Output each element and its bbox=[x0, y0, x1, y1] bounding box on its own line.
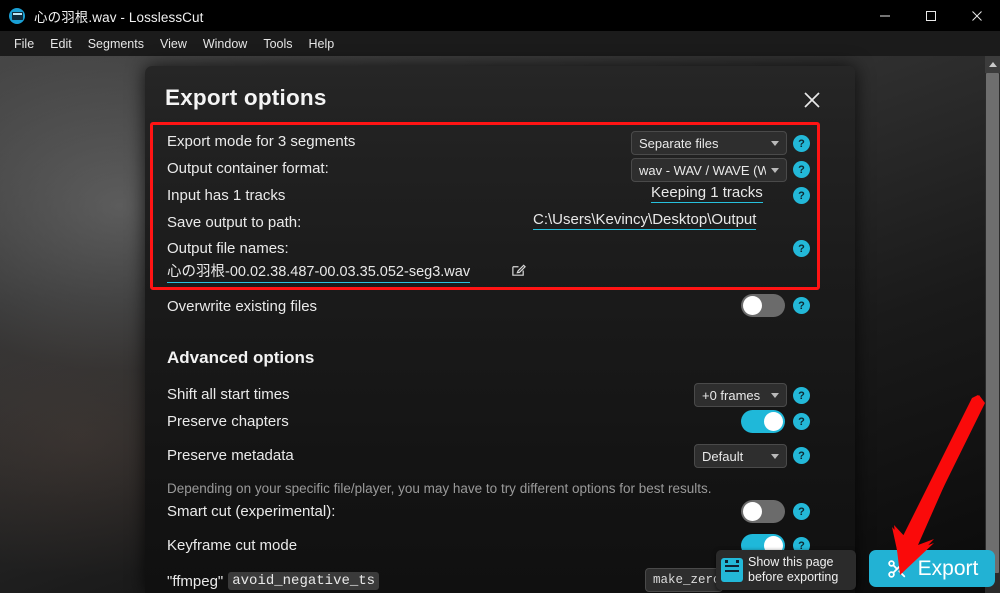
chevron-down-icon bbox=[771, 453, 779, 459]
row-export-mode: Export mode for 3 segments bbox=[167, 128, 355, 154]
keyframe-cut-label: Keyframe cut mode bbox=[167, 536, 298, 554]
export-button-label: Export bbox=[917, 556, 979, 580]
row-container-format: Output container format: bbox=[167, 155, 329, 181]
row-preserve-chapters: Preserve chapters bbox=[167, 408, 289, 434]
scrollbar-thumb[interactable] bbox=[986, 73, 999, 573]
help-icon-file-names[interactable]: ? bbox=[793, 240, 810, 257]
minimize-button[interactable] bbox=[862, 0, 908, 31]
chevron-down-icon bbox=[771, 392, 779, 398]
window-title: 心の羽根.wav - LosslessCut bbox=[34, 9, 204, 25]
dialog-close-icon[interactable] bbox=[799, 87, 825, 113]
menu-item-file[interactable]: File bbox=[6, 34, 42, 54]
tracks-label: Input has 1 tracks bbox=[167, 186, 286, 204]
vertical-scrollbar[interactable] bbox=[985, 56, 1000, 593]
menu-item-tools[interactable]: Tools bbox=[255, 34, 300, 54]
menu-item-segments[interactable]: Segments bbox=[80, 34, 152, 54]
close-button[interactable] bbox=[954, 0, 1000, 31]
title-bar: 心の羽根.wav - LosslessCut bbox=[0, 0, 1000, 31]
row-tracks: Input has 1 tracks bbox=[167, 182, 285, 208]
menu-item-edit[interactable]: Edit bbox=[42, 34, 80, 54]
output-file-name-link[interactable]: 心の羽根-00.02.38.487-00.03.35.052-seg3.wav bbox=[167, 260, 471, 283]
keeping-tracks-link[interactable]: Keeping 1 tracks bbox=[651, 184, 763, 203]
menu-item-window[interactable]: Window bbox=[195, 34, 255, 54]
container-format-label: Output container format: bbox=[167, 159, 329, 177]
file-names-label: Output file names: bbox=[167, 239, 289, 257]
help-icon-shift-start-times[interactable]: ? bbox=[793, 387, 810, 404]
export-mode-value: Separate files bbox=[639, 135, 719, 151]
help-icon-preserve-chapters[interactable]: ? bbox=[793, 413, 810, 430]
export-mode-label: Export mode for 3 segments bbox=[167, 132, 356, 150]
preserve-chapters-toggle[interactable] bbox=[741, 410, 785, 433]
form-icon bbox=[721, 558, 743, 582]
help-icon-container-format[interactable]: ? bbox=[793, 161, 810, 178]
menu-bar: File Edit Segments View Window Tools Hel… bbox=[0, 31, 1000, 56]
overwrite-label: Overwrite existing files bbox=[167, 297, 318, 315]
row-file-names: Output file names: bbox=[167, 235, 289, 261]
app-window: 心の羽根.wav - LosslessCut File Edit Segment… bbox=[0, 0, 1000, 593]
help-icon-overwrite[interactable]: ? bbox=[793, 297, 810, 314]
preserve-metadata-label: Preserve metadata bbox=[167, 446, 294, 464]
preserve-metadata-value: Default bbox=[702, 448, 744, 464]
help-icon-tracks[interactable]: ? bbox=[793, 187, 810, 204]
app-icon bbox=[9, 7, 25, 24]
row-ffmpeg-flag: "ffmpeg" avoid_negative_ts bbox=[167, 568, 380, 593]
maximize-button[interactable] bbox=[908, 0, 954, 31]
row-overwrite: Overwrite existing files bbox=[167, 293, 317, 319]
ffmpeg-flag-code: avoid_negative_ts bbox=[228, 572, 380, 590]
save-path-link[interactable]: C:\Users\Kevincy\Desktop\Output bbox=[533, 211, 757, 230]
ffmpeg-flag-value: make_zero bbox=[653, 573, 721, 587]
menu-item-help[interactable]: Help bbox=[301, 34, 343, 54]
chevron-down-icon bbox=[771, 167, 779, 173]
save-path-label: Save output to path: bbox=[167, 213, 302, 231]
tooltip-line-2: before exporting bbox=[748, 570, 839, 584]
tooltip-text: Show this page before exporting bbox=[748, 555, 838, 585]
page-title: Export options bbox=[165, 85, 327, 110]
help-icon-preserve-metadata[interactable]: ? bbox=[793, 447, 810, 464]
export-button[interactable]: Export bbox=[869, 550, 995, 587]
overwrite-toggle[interactable] bbox=[741, 294, 785, 317]
container-format-value: wav - WAV / WAVE (W bbox=[639, 162, 766, 178]
window-controls bbox=[862, 0, 1000, 31]
row-keyframe-cut: Keyframe cut mode bbox=[167, 532, 297, 558]
shift-start-times-value: +0 frames bbox=[702, 387, 761, 403]
container-format-select[interactable]: wav - WAV / WAVE (W bbox=[631, 158, 787, 182]
ffmpeg-prefix: "ffmpeg" bbox=[167, 572, 224, 590]
row-smart-cut: Smart cut (experimental): bbox=[167, 498, 335, 524]
menu-item-view[interactable]: View bbox=[152, 34, 195, 54]
export-mode-select[interactable]: Separate files bbox=[631, 131, 787, 155]
chevron-down-icon bbox=[771, 140, 779, 146]
tooltip-line-1: Show this page bbox=[748, 555, 834, 569]
shift-start-times-select[interactable]: +0 frames bbox=[694, 383, 787, 407]
row-shift-start-times: Shift all start times bbox=[167, 381, 290, 407]
smart-cut-toggle[interactable] bbox=[741, 500, 785, 523]
advanced-options-heading: Advanced options bbox=[167, 348, 315, 367]
shift-start-times-label: Shift all start times bbox=[167, 385, 290, 403]
smart-cut-label: Smart cut (experimental): bbox=[167, 502, 336, 520]
preserve-chapters-label: Preserve chapters bbox=[167, 412, 289, 430]
edit-icon[interactable] bbox=[511, 263, 526, 278]
help-icon-smart-cut[interactable]: ? bbox=[793, 503, 810, 520]
metadata-note: Depending on your specific file/player, … bbox=[167, 480, 712, 496]
preserve-metadata-select[interactable]: Default bbox=[694, 444, 787, 468]
ffmpeg-flag-select[interactable]: make_zero bbox=[645, 568, 723, 592]
row-save-path: Save output to path: bbox=[167, 209, 301, 235]
scroll-up-icon[interactable] bbox=[985, 56, 1000, 73]
scissors-icon bbox=[886, 558, 908, 580]
row-preserve-metadata: Preserve metadata bbox=[167, 442, 294, 468]
show-page-before-exporting-tooltip[interactable]: Show this page before exporting bbox=[716, 550, 856, 590]
help-icon-export-mode[interactable]: ? bbox=[793, 135, 810, 152]
